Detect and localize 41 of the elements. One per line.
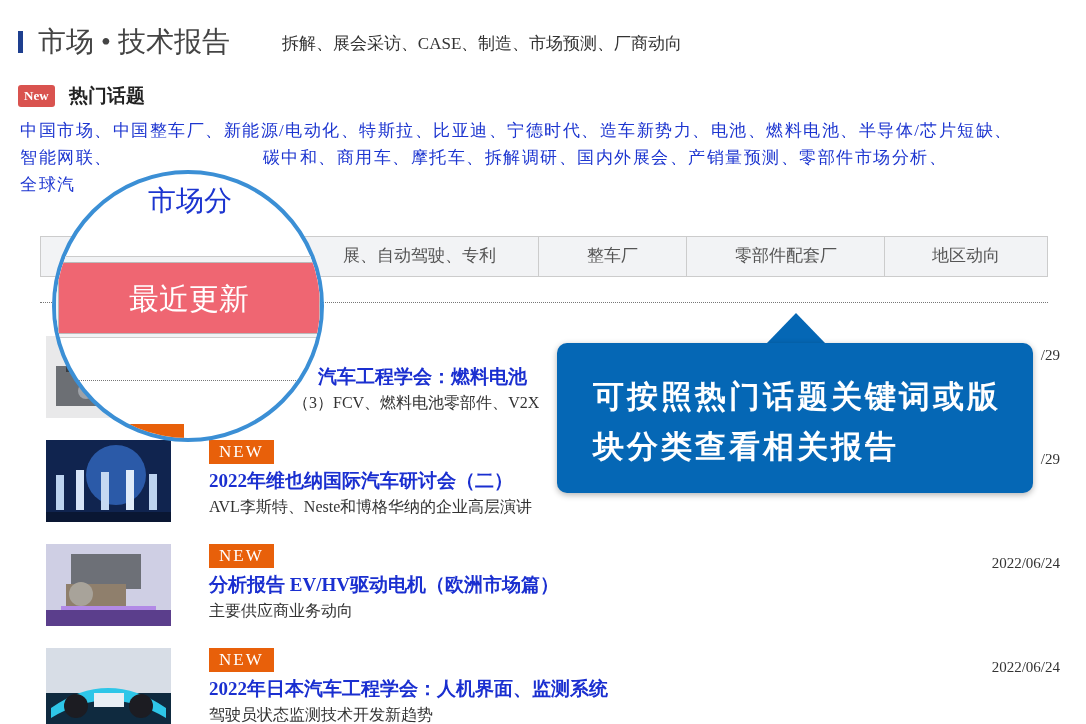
new-badge: NEW xyxy=(209,439,274,464)
report-date: /29 xyxy=(1040,345,1060,365)
report-title[interactable]: 汽车工程学会：燃料电池 xyxy=(318,363,527,390)
topic-link[interactable]: 半导体/芯片短缺、 xyxy=(858,119,1013,141)
topic-link[interactable]: 造车新势力、 xyxy=(599,119,711,141)
topic-link[interactable]: 国内外展会、 xyxy=(577,146,688,168)
topic-link[interactable]: 新能源/电动化、 xyxy=(223,119,360,141)
topic-link[interactable]: 拆解调研、 xyxy=(484,146,577,168)
tooltip-text: 可按照热门话题关键词或版块分类查看相关报告 xyxy=(593,377,1002,466)
new-badge: NEW xyxy=(209,543,274,568)
report-summary: （3）FCV、燃料电池零部件、V2X xyxy=(293,392,540,413)
topic-link[interactable]: 零部件市场分析、 xyxy=(799,146,947,168)
report-summary: 驾驶员状态监测技术开发新趋势 xyxy=(209,704,433,724)
topic-link[interactable]: 电池、 xyxy=(710,119,767,141)
report-summary: 主要供应商业务动向 xyxy=(209,600,353,621)
topic-link[interactable]: 宁德时代、 xyxy=(507,119,600,141)
topic-link[interactable]: 中国市场、 xyxy=(20,119,113,141)
section-heading: 热门话题 xyxy=(68,84,145,108)
topic-link[interactable]: 特斯拉、 xyxy=(359,119,434,141)
new-badge: NEW xyxy=(209,647,274,672)
topic-link[interactable]: 比亚迪、 xyxy=(433,119,508,141)
report-title[interactable]: 分析报告 EV/HV驱动电机（欧洲市场篇） xyxy=(209,571,559,598)
new-badge: New xyxy=(18,85,55,108)
topic-link[interactable]: 中国整车厂、 xyxy=(112,119,224,141)
topic-link[interactable]: 碳中和、 xyxy=(262,146,337,168)
topic-link[interactable]: 商用车、 xyxy=(336,146,411,168)
topic-link[interactable]: 产销量预测、 xyxy=(688,146,799,168)
title-marker xyxy=(18,31,23,53)
page-subtitle: 拆解、展会采访、CASE、制造、市场预测、厂商动向 xyxy=(281,33,683,56)
topic-link[interactable]: 燃料电池、 xyxy=(766,119,859,141)
report-summary: AVL李斯特、Neste和博格华纳的企业高层演讲 xyxy=(209,496,533,517)
report-title[interactable]: 2022年维也纳国际汽车研讨会（二） xyxy=(209,467,513,494)
topic-link[interactable]: 智能网联、 xyxy=(20,146,113,168)
topic-link[interactable]: 全球汽 xyxy=(20,173,76,195)
report-title[interactable]: 2022年日本汽车工程学会：人机界面、监测系统 xyxy=(209,675,608,702)
page-title: 市场 • 技术报告 xyxy=(38,25,230,59)
report-date: 2022/06/24 xyxy=(991,553,1060,573)
topic-link[interactable]: 摩托车、 xyxy=(410,146,485,168)
report-date: 2022/06/24 xyxy=(991,657,1060,677)
magnified-text: 市场分 xyxy=(148,184,232,218)
report-date: /29 xyxy=(1040,449,1060,469)
